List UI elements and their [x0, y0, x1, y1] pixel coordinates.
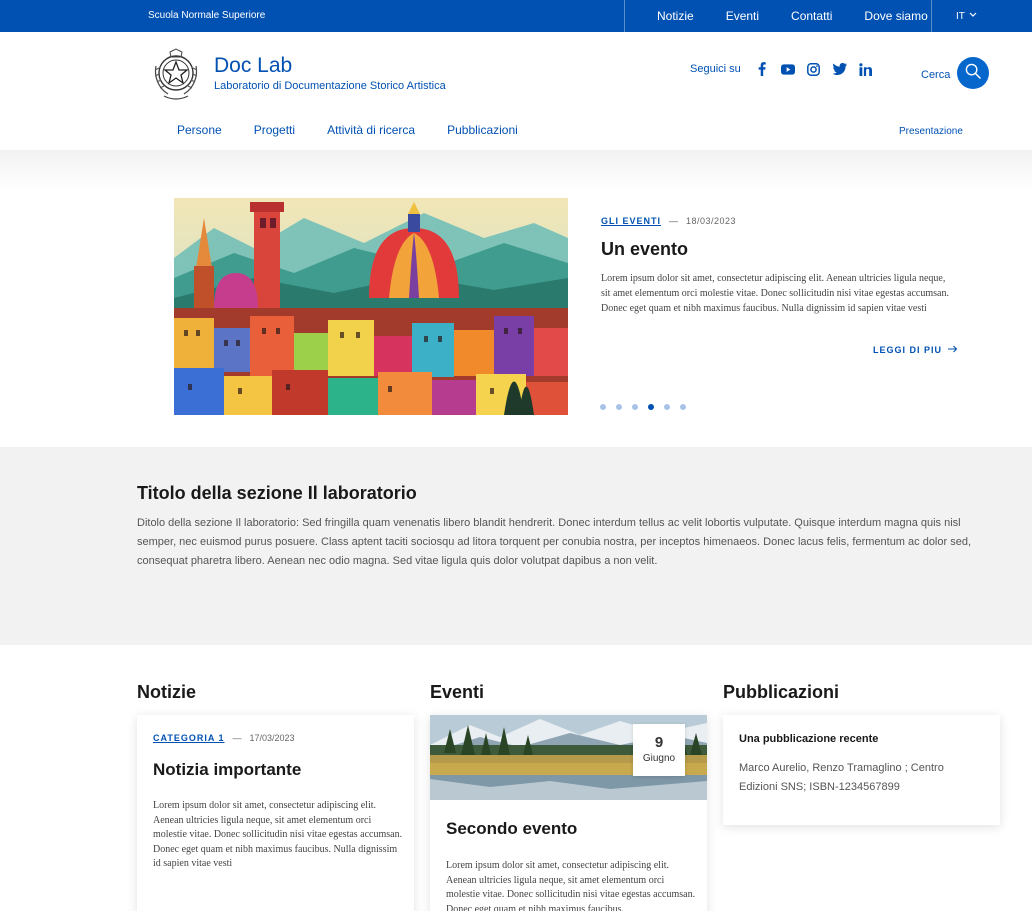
- hero-text: Lorem ipsum dolor sit amet, consectetur …: [601, 273, 949, 314]
- publication-card[interactable]: Una pubblicazione recente Marco Aurelio,…: [723, 715, 1000, 825]
- event-title[interactable]: Secondo evento: [446, 819, 577, 839]
- nav-item-persone[interactable]: Persone: [161, 123, 238, 137]
- section-title: Titolo della sezione Il laboratorio: [137, 483, 417, 503]
- republic-emblem-icon[interactable]: [150, 46, 202, 102]
- read-more-label: LEGGI DI PIU: [873, 345, 943, 355]
- hero-read-more-link[interactable]: LEGGI DI PIU: [873, 345, 958, 355]
- main-nav: Persone Progetti Attività di ricerca Pub…: [0, 118, 1032, 150]
- slim-link-dove-siamo[interactable]: Dove siamo: [848, 9, 943, 23]
- social-label: Seguici su: [690, 63, 741, 75]
- nav-item-pubblicazioni[interactable]: Pubblicazioni: [431, 123, 534, 137]
- news-title[interactable]: Notizia importante: [153, 760, 301, 780]
- main-nav-items: Persone Progetti Attività di ricerca Pub…: [161, 123, 534, 137]
- publication-text: Marco Aurelio, Renzo Tramaglino ; Centro…: [739, 762, 944, 793]
- linkedin-icon[interactable]: [859, 62, 873, 76]
- meta-separator: —: [232, 733, 242, 743]
- search-button[interactable]: [957, 57, 989, 89]
- social-links: Seguici su: [690, 62, 873, 76]
- arrow-right-icon: [948, 345, 958, 355]
- hero-image[interactable]: [174, 198, 568, 415]
- hero-meta: GLI EVENTI — 18/03/2023: [601, 216, 736, 226]
- events-heading: Eventi: [430, 682, 485, 702]
- carousel-pagination: [600, 404, 686, 410]
- hero-title[interactable]: Un evento: [601, 239, 688, 260]
- news-category-link[interactable]: CATEGORIA 1: [153, 733, 225, 743]
- slim-link-notizie[interactable]: Notizie: [625, 9, 710, 23]
- news-text: Lorem ipsum dolor sit amet, consectetur …: [153, 800, 403, 869]
- nav-item-progetti[interactable]: Progetti: [238, 123, 311, 137]
- meta-separator: —: [669, 216, 679, 226]
- slim-link-eventi[interactable]: Eventi: [710, 9, 775, 23]
- language-label: IT: [956, 10, 965, 22]
- news-card[interactable]: CATEGORIA 1 — 17/03/2023 Notizia importa…: [137, 715, 414, 911]
- section-text: Ditolo della sezione Il laboratorio: Sed…: [137, 517, 972, 567]
- lab-section: Titolo della sezione Il laboratorio Dito…: [0, 447, 1032, 645]
- brand-subtitle: Laboratorio di Documentazione Storico Ar…: [214, 80, 446, 92]
- carousel-dot[interactable]: [648, 404, 654, 410]
- event-date-badge: 9 Giugno: [633, 724, 685, 776]
- carousel-dot[interactable]: [664, 404, 670, 410]
- event-card[interactable]: 9 Giugno Secondo evento Lorem ipsum dolo…: [430, 715, 707, 911]
- carousel-dot[interactable]: [600, 404, 606, 410]
- hero-category-link[interactable]: GLI EVENTI: [601, 216, 661, 226]
- publication-title[interactable]: Una pubblicazione recente: [739, 733, 878, 745]
- publications-heading: Pubblicazioni: [723, 682, 840, 702]
- slim-nav: Notizie Eventi Contatti Dove siamo: [624, 0, 944, 32]
- news-meta: CATEGORIA 1 — 17/03/2023: [153, 733, 295, 743]
- event-text: Lorem ipsum dolor sit amet, consectetur …: [446, 860, 696, 911]
- hero-carousel: GLI EVENTI — 18/03/2023 Un evento Lorem …: [0, 150, 1032, 447]
- slim-header: Scuola Normale Superiore Notizie Eventi …: [0, 0, 1032, 32]
- youtube-icon[interactable]: [780, 62, 795, 76]
- nav-item-presentazione[interactable]: Presentazione: [899, 126, 963, 137]
- carousel-dot[interactable]: [616, 404, 622, 410]
- news-heading: Notizie: [137, 682, 197, 702]
- news-date: 17/03/2023: [249, 733, 295, 743]
- language-selector[interactable]: IT: [931, 0, 1032, 32]
- nav-item-attivita-di-ricerca[interactable]: Attività di ricerca: [311, 123, 431, 137]
- facebook-icon[interactable]: [755, 62, 769, 76]
- center-header: Doc Lab Laboratorio di Documentazione St…: [0, 32, 1032, 118]
- instagram-icon[interactable]: [807, 62, 821, 76]
- event-month: Giugno: [642, 753, 676, 764]
- carousel-dot[interactable]: [632, 404, 638, 410]
- search-label: Cerca: [921, 69, 951, 81]
- carousel-dot[interactable]: [680, 404, 686, 410]
- brand-title[interactable]: Doc Lab: [214, 54, 292, 78]
- event-day: 9: [654, 734, 664, 751]
- org-name[interactable]: Scuola Normale Superiore: [148, 10, 265, 21]
- chevron-down-icon: [969, 10, 977, 20]
- hero-date: 18/03/2023: [686, 216, 737, 226]
- slim-link-contatti[interactable]: Contatti: [775, 9, 848, 23]
- twitter-icon[interactable]: [832, 62, 847, 76]
- search-icon: [965, 63, 981, 84]
